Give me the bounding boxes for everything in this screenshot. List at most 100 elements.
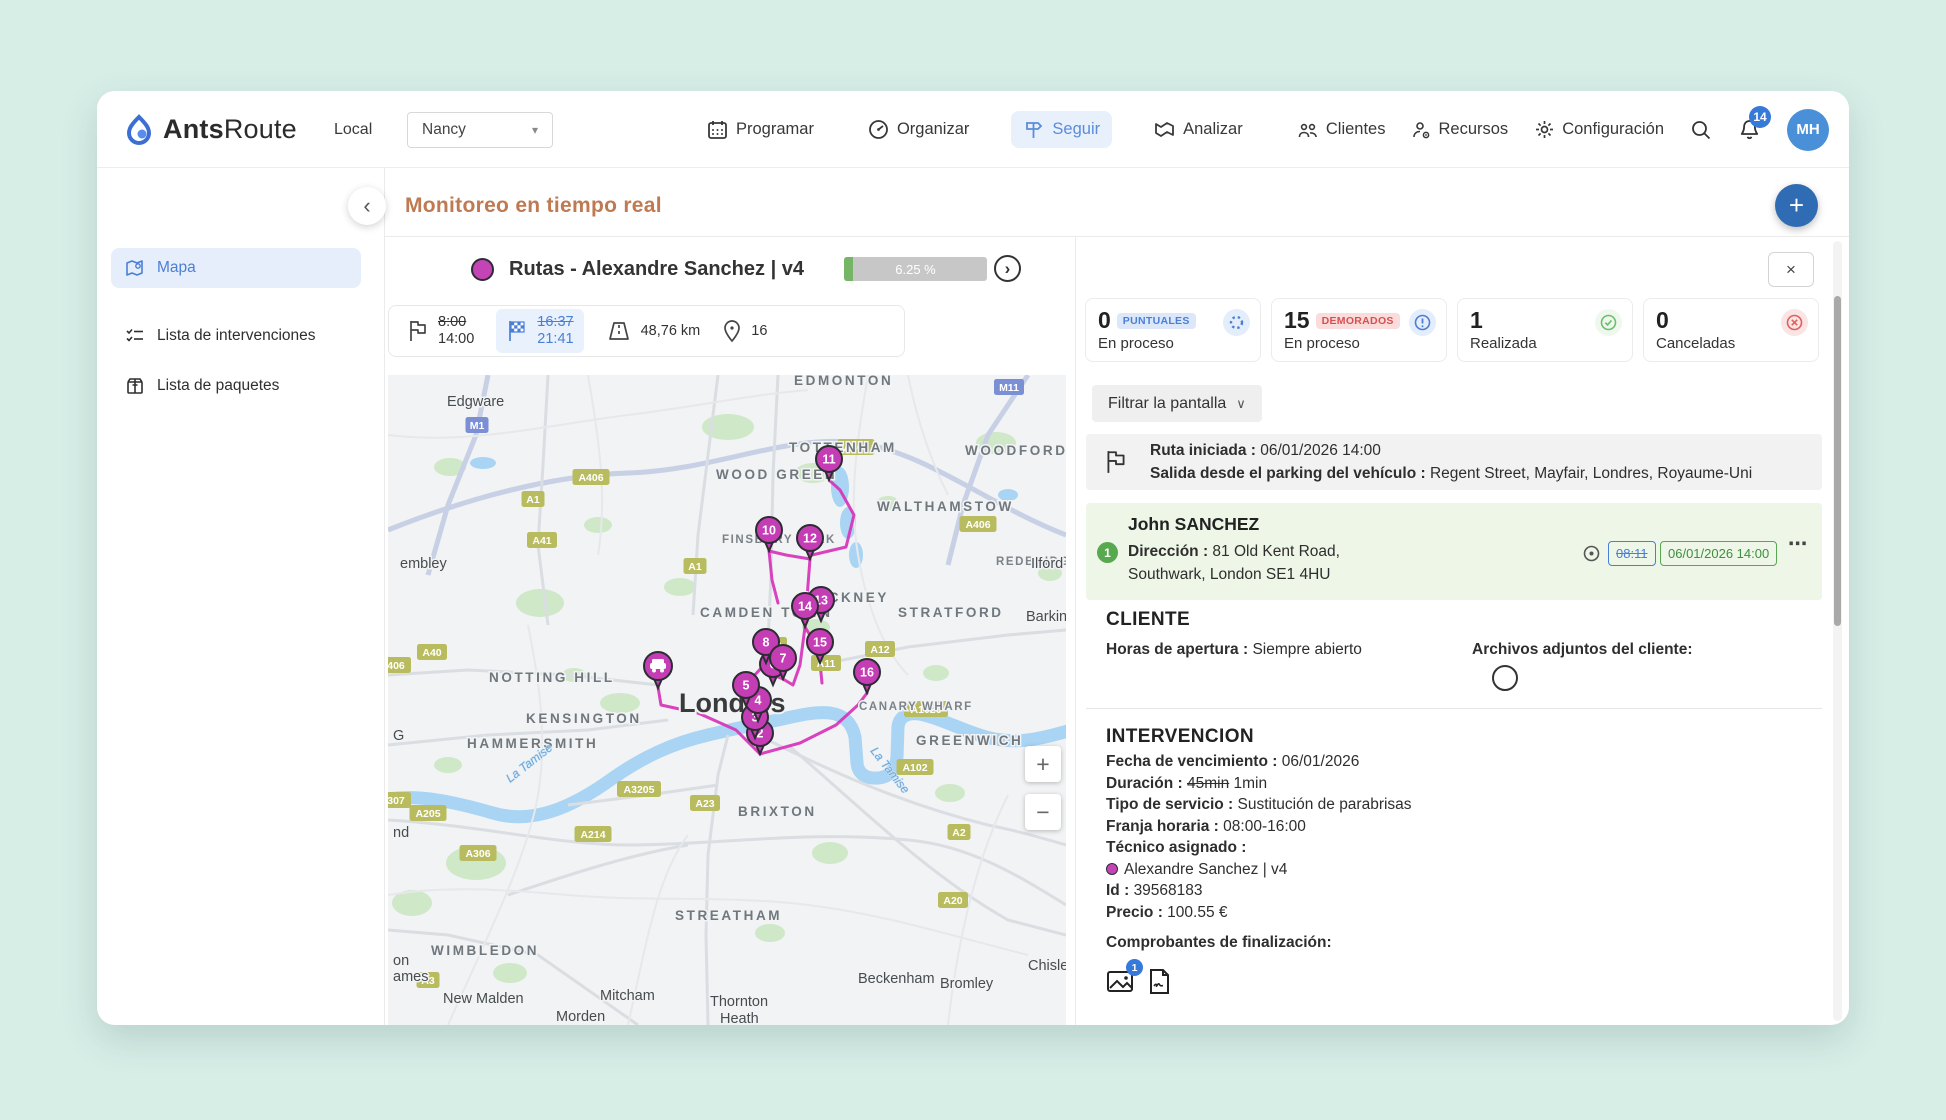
distance-value: 48,76 km [641, 323, 701, 339]
svg-text:8: 8 [763, 636, 770, 650]
road-badge-A20: A20 [938, 892, 968, 908]
site-select-value: Nancy [422, 121, 466, 139]
stop-index-badge: 1 [1097, 542, 1118, 563]
sidebar-item-lista-paquetes[interactable]: Lista de paquetes [111, 366, 361, 406]
road-badge-A3205: A3205 [617, 781, 661, 797]
svg-text:M1: M1 [470, 420, 485, 432]
svg-text:4: 4 [755, 694, 762, 708]
actual-time-chip[interactable]: 06/01/2026 14:00 [1660, 541, 1777, 566]
chevron-left-icon: ‹ [363, 193, 370, 219]
road-badge-A2: A2 [948, 824, 971, 840]
avatar[interactable]: MH [1787, 109, 1829, 151]
nav-item-clientes[interactable]: Clientes [1297, 120, 1386, 140]
zoom-out-button[interactable]: − [1025, 794, 1061, 830]
map-label-g: G [393, 728, 404, 744]
svg-text:A406: A406 [578, 472, 603, 484]
svg-text:A1: A1 [526, 494, 540, 506]
row-label: Tipo de servicio : [1106, 796, 1233, 813]
status-card-realizada: 1 Realizada [1457, 298, 1633, 362]
proof-signature-button[interactable] [1148, 968, 1171, 1000]
row-value: Sustitución de parabrisas [1238, 796, 1412, 813]
intervention-row: Duración : 45min 1min [1106, 773, 1412, 795]
main-menu: Programar Organizar Seguir [695, 91, 1255, 168]
map-label-edgware: Edgware [447, 394, 504, 410]
svg-text:A20: A20 [943, 895, 962, 907]
sidebar-item-mapa[interactable]: Mapa [111, 248, 361, 288]
add-button[interactable]: + [1775, 184, 1818, 227]
svg-text:16: 16 [860, 666, 874, 680]
search-button[interactable] [1690, 119, 1712, 141]
notification-count-badge: 14 [1749, 106, 1771, 128]
nav-item-organizar[interactable]: Organizar [856, 111, 981, 148]
svg-text:M11: M11 [999, 382, 1019, 394]
route-end-time[interactable]: 16:3721:41 [496, 309, 583, 353]
minus-icon: − [1036, 799, 1049, 826]
cancel-circle-icon [1781, 309, 1808, 336]
nav-item-recursos[interactable]: Recursos [1411, 120, 1508, 140]
road-badge-A406: A406 [573, 469, 610, 485]
filter-screen-button[interactable]: Filtrar la pantalla ∨ [1092, 385, 1262, 422]
package-icon [125, 376, 145, 396]
plus-icon: + [1036, 751, 1049, 778]
route-stops: 16 [722, 319, 767, 343]
svg-text:A2: A2 [952, 827, 966, 839]
sidebar-item-lista-intervenciones[interactable]: Lista de intervenciones [111, 316, 361, 356]
svg-text:A41: A41 [532, 535, 551, 547]
svg-text:12: 12 [803, 532, 817, 546]
road-badge-A306: A306 [460, 845, 497, 861]
svg-text:A102: A102 [902, 762, 927, 774]
map-label-greenwich: GREENWICH [916, 733, 1023, 748]
proof-count-badge: 1 [1126, 959, 1143, 976]
chevron-down-icon: ▾ [532, 123, 538, 137]
map-marker-16[interactable]: 16 [854, 659, 880, 693]
route-next-button[interactable]: › [994, 255, 1021, 282]
stop-card[interactable]: 1 John SANCHEZ Dirección : 81 Old Kent R… [1086, 503, 1822, 600]
status-card-canceladas: 0 Canceladas [1643, 298, 1819, 362]
nav-item-configuracion[interactable]: Configuración [1534, 119, 1664, 140]
map-label-kensington: KENSINGTON [526, 711, 642, 726]
row-label: Id : [1106, 882, 1129, 899]
zoom-in-button[interactable]: + [1025, 746, 1061, 782]
row-value: 1min [1234, 775, 1268, 792]
site-select[interactable]: Nancy ▾ [407, 112, 553, 148]
panel-scrollbar [1833, 241, 1842, 1021]
map-svg: M1M11A406A406A406A1A41A1A40406A10A12A11A… [388, 375, 1066, 1025]
nav-item-label: Clientes [1326, 120, 1386, 139]
check-circle-icon [1595, 309, 1622, 336]
map-label-hammersmith: HAMMERSMITH [467, 736, 598, 751]
map-icon [125, 258, 145, 278]
checklist-icon [125, 326, 145, 346]
road-badge-307: 307 [388, 792, 411, 808]
proof-photo-button[interactable]: 1 [1106, 969, 1134, 999]
map-canvas[interactable]: M1M11A406A406A406A1A41A1A40406A10A12A11A… [388, 375, 1066, 1025]
client-section-heading: CLIENTE [1106, 609, 1190, 631]
nav-item-analizar[interactable]: Analizar [1142, 111, 1255, 148]
back-button[interactable]: ‹ [348, 187, 386, 225]
status-value: 1 [1470, 307, 1483, 333]
close-panel-button[interactable]: × [1768, 252, 1814, 287]
map-label-nd: nd [393, 825, 409, 841]
map-label-barking: Barking [1026, 609, 1066, 625]
address-line2: Southwark, London SE1 4HU [1128, 566, 1330, 583]
proofs-label: Comprobantes de finalización: [1106, 934, 1332, 952]
road-badge-A406: A406 [960, 516, 997, 532]
add-attachment-button[interactable] [1492, 665, 1518, 691]
svg-text:A3205: A3205 [624, 784, 655, 796]
svg-text:10: 10 [762, 524, 776, 538]
row-strike: 45min [1187, 775, 1229, 792]
notifications-button[interactable]: 14 [1738, 118, 1761, 141]
technician-color-dot [1106, 863, 1118, 875]
status-badge: PUNTUALES [1117, 313, 1196, 329]
map-label-chislehurst: Chislehurst [1028, 958, 1066, 974]
stop-menu-button[interactable]: ⋯ [1788, 533, 1808, 556]
scrollbar-thumb[interactable] [1834, 296, 1841, 626]
nav-item-programar[interactable]: Programar [695, 111, 826, 148]
intervention-heading: INTERVENCION [1106, 726, 1254, 748]
gear-icon [1534, 119, 1555, 140]
nav-item-seguir[interactable]: Seguir [1011, 111, 1112, 148]
route-title: Rutas - Alexandre Sanchez | v4 [509, 258, 804, 281]
header-divider [385, 236, 1849, 237]
panel-divider [1075, 236, 1076, 1025]
locate-icon[interactable] [1582, 544, 1601, 568]
planned-time-chip[interactable]: 08:11 [1608, 541, 1656, 566]
